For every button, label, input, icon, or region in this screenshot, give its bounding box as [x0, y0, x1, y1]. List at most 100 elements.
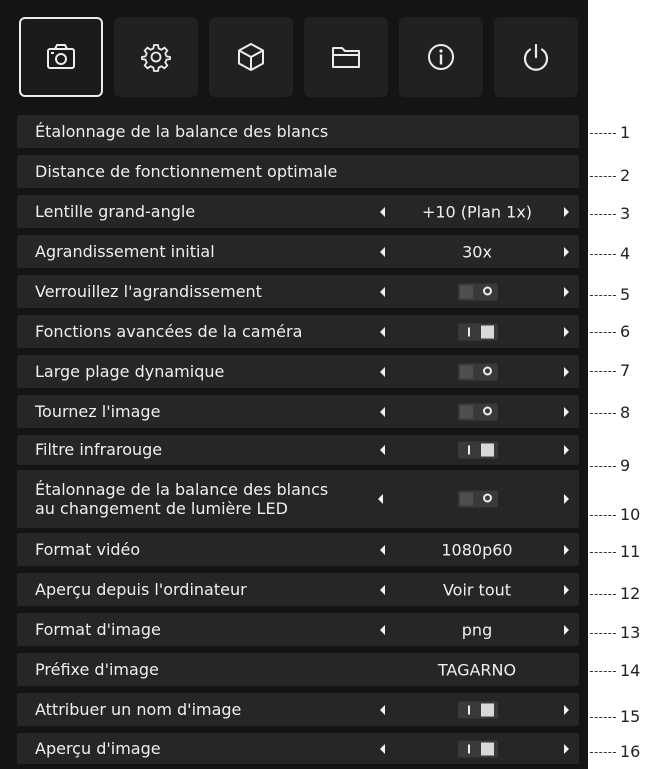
arrow-left-icon[interactable] [380, 286, 385, 297]
arrow-left-icon[interactable] [380, 406, 385, 417]
menu-row-wb-led-change[interactable]: Étalonnage de la balance des blancs au c… [17, 470, 579, 528]
toggle-on[interactable] [458, 323, 498, 340]
power-icon [523, 43, 549, 71]
row-label-line2: au changement de lumière LED [35, 499, 288, 518]
callout-1: 1 [588, 123, 652, 143]
callout-15: 15 [588, 707, 652, 727]
arrow-right-icon[interactable] [564, 286, 569, 297]
row-value: 30x [462, 242, 492, 261]
row-label: Filtre infrarouge [35, 440, 163, 459]
arrow-right-icon[interactable] [564, 246, 569, 257]
menu-row-rotate-image[interactable]: Tournez l'image [17, 395, 579, 428]
row-value: png [461, 620, 493, 639]
arrow-left-icon[interactable] [380, 544, 385, 555]
arrow-right-icon[interactable] [564, 206, 569, 217]
row-label-line1: Étalonnage de la balance des blancs [35, 480, 329, 499]
gear-icon [141, 44, 171, 72]
cube-icon [238, 43, 264, 71]
arrow-right-icon[interactable] [564, 624, 569, 635]
row-label: Aperçu d'image [35, 738, 161, 758]
row-value: 1080p60 [441, 540, 513, 559]
row-label: Étalonnage de la balance des blancs au c… [35, 480, 328, 518]
row-label: Tournez l'image [35, 401, 161, 421]
menu-row-working-distance[interactable]: Distance de fonctionnement optimale [17, 155, 579, 188]
settings-panel: Étalonnage de la balance des blancs Dist… [0, 0, 588, 769]
row-label: Format vidéo [35, 539, 141, 559]
arrow-left-icon[interactable] [380, 704, 385, 715]
arrow-left-icon[interactable] [380, 326, 385, 337]
arrow-right-icon[interactable] [564, 366, 569, 377]
arrow-left-icon[interactable] [380, 445, 385, 455]
row-label: Verrouillez l'agrandissement [35, 281, 262, 301]
row-label: Étalonnage de la balance des blancs [35, 121, 329, 141]
camera-icon [47, 44, 75, 69]
menu-row-image-preview[interactable]: Aperçu d'image [17, 733, 579, 764]
files-tab[interactable] [304, 17, 388, 97]
callout-14: 14 [588, 661, 652, 681]
camera-tab[interactable] [19, 17, 103, 97]
arrow-right-icon[interactable] [564, 406, 569, 417]
row-value: +10 (Plan 1x) [421, 202, 533, 221]
row-label: Aperçu depuis l'ordinateur [35, 579, 247, 599]
row-label: Lentille grand-angle [35, 201, 196, 221]
menu-row-image-prefix[interactable]: Préfixe d'image TAGARNO [17, 653, 579, 686]
menu-row-pc-preview[interactable]: Aperçu depuis l'ordinateur Voir tout [17, 573, 579, 606]
toggle-on[interactable] [458, 701, 498, 718]
arrow-left-icon[interactable] [380, 366, 385, 377]
menu-row-infrared-filter[interactable]: Filtre infrarouge [17, 435, 579, 465]
callout-11: 11 [588, 542, 652, 562]
arrow-left-icon[interactable] [380, 206, 385, 217]
toggle-off[interactable] [458, 363, 498, 380]
arrow-left-icon[interactable] [380, 743, 385, 754]
menu-row-lock-magnification[interactable]: Verrouillez l'agrandissement [17, 275, 579, 308]
arrow-left-icon[interactable] [380, 624, 385, 635]
row-label: Agrandissement initial [35, 241, 215, 261]
callout-13: 13 [588, 623, 652, 643]
callout-8: 8 [588, 403, 652, 423]
menu-row-advanced-camera[interactable]: Fonctions avancées de la caméra [17, 315, 579, 348]
menu-row-name-image[interactable]: Attribuer un nom d'image [17, 693, 579, 726]
arrow-right-icon[interactable] [564, 445, 569, 455]
menu-row-initial-magnification[interactable]: Agrandissement initial 30x [17, 235, 579, 268]
settings-tab[interactable] [114, 17, 198, 97]
row-label: Format d'image [35, 619, 161, 639]
3d-tab[interactable] [209, 17, 293, 97]
toggle-off[interactable] [458, 403, 498, 420]
info-tab[interactable] [399, 17, 483, 97]
row-label: Distance de fonctionnement optimale [35, 161, 338, 181]
callout-4: 4 [588, 244, 652, 264]
arrow-right-icon[interactable] [564, 494, 569, 504]
menu-row-image-format[interactable]: Format d'image png [17, 613, 579, 646]
arrow-right-icon[interactable] [564, 326, 569, 337]
callout-2: 2 [588, 166, 652, 186]
callout-3: 3 [588, 204, 652, 224]
menu-row-wide-dynamic-range[interactable]: Large plage dynamique [17, 355, 579, 388]
row-label: Large plage dynamique [35, 361, 225, 381]
arrow-left-icon[interactable] [380, 584, 385, 595]
toggle-on[interactable] [458, 441, 498, 459]
arrow-right-icon[interactable] [564, 704, 569, 715]
arrow-right-icon[interactable] [564, 544, 569, 555]
row-label: Attribuer un nom d'image [35, 699, 242, 719]
arrow-right-icon[interactable] [564, 743, 569, 754]
arrow-left-icon[interactable] [378, 494, 383, 504]
row-value: Voir tout [442, 580, 512, 599]
info-icon [428, 44, 454, 70]
toggle-off[interactable] [458, 283, 498, 300]
menu-row-wide-angle-lens[interactable]: Lentille grand-angle +10 (Plan 1x) [17, 195, 579, 228]
folder-icon [332, 47, 360, 68]
callout-10: 10 [588, 505, 652, 525]
callout-9: 9 [588, 456, 652, 476]
row-value[interactable]: TAGARNO [397, 660, 557, 679]
toggle-on[interactable] [458, 740, 498, 757]
arrow-left-icon[interactable] [380, 246, 385, 257]
row-label: Fonctions avancées de la caméra [35, 321, 303, 341]
row-label: Préfixe d'image [35, 659, 159, 679]
menu-row-white-balance[interactable]: Étalonnage de la balance des blancs [17, 115, 579, 148]
callout-5: 5 [588, 285, 652, 305]
power-tab[interactable] [494, 17, 578, 97]
arrow-right-icon[interactable] [564, 584, 569, 595]
toggle-off[interactable] [458, 490, 498, 508]
menu-row-video-format[interactable]: Format vidéo 1080p60 [17, 533, 579, 566]
callout-7: 7 [588, 361, 652, 381]
